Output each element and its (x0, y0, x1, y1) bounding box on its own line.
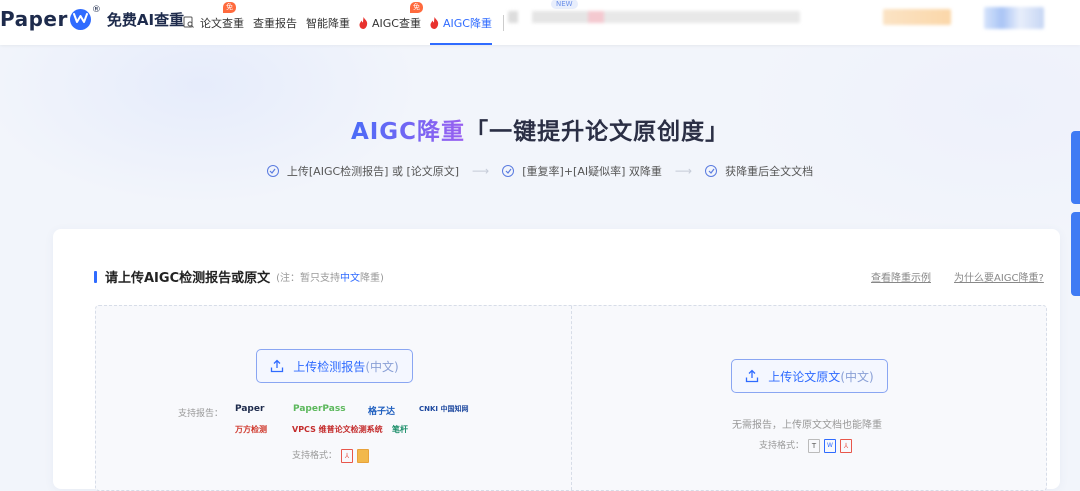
nav-item-smart-rewrite[interactable]: 智能降重 (306, 0, 350, 45)
brand-cnki: CNKI 中国知网 (419, 405, 469, 413)
new-badge: NEW (551, 0, 578, 9)
check-circle-icon (705, 165, 718, 177)
nav-label: AIGC查重 (372, 16, 421, 30)
support-format-label: 支持格式： ⅄ (292, 448, 370, 463)
upload-original-button[interactable]: 上传论文原文 (中文) (731, 359, 888, 393)
upload-icon (746, 369, 759, 383)
upload-report-panel: 上传检测报告 (中文) 支持报告： Paper PaperPass 格子达 CNK… (96, 306, 572, 490)
free-badge: 免 (409, 2, 423, 13)
step-3: 获降重后全文文档 (705, 163, 813, 179)
brand-wanfang: 万方检测 (235, 425, 267, 434)
no-report-hint: 无需报告，上传原文文档也能降重 (732, 420, 882, 431)
blurred-user-area (883, 9, 951, 25)
upload-card: 请上传AIGC检测报告或原文 (注：暂只支持中文降重) 查看降重示例 为什么要A… (53, 229, 1060, 491)
upload-report-label: 上传检测报告 (293, 359, 366, 374)
free-badge: 免 (223, 2, 236, 13)
nav-label: 论文查重 (200, 16, 244, 30)
view-example-link[interactable]: 查看降重示例 (871, 269, 931, 284)
nav-divider (502, 14, 504, 31)
image-format-icon (357, 448, 370, 463)
logo-registered-mark: ® (91, 5, 101, 15)
upload-note: (注：暂只支持中文降重) (276, 273, 384, 284)
pdf-format-icon: ⅄ (341, 448, 354, 463)
original-format-label: 支持格式： T W ⅄ (759, 438, 853, 453)
upload-dropzone: 上传检测报告 (中文) 支持报告： Paper PaperPass 格子达 CNK… (95, 305, 1047, 491)
step-label: 上传[AIGC检测报告] 或 [论文原文] (286, 165, 460, 178)
title-accent: AIGC降重 (350, 119, 466, 145)
side-feedback-tab[interactable] (1071, 212, 1080, 296)
upload-icon (271, 359, 284, 373)
check-circle-icon (266, 165, 279, 177)
step-label: 获降重后全文文档 (725, 165, 814, 178)
upload-original-label: 上传论文原文 (768, 369, 841, 384)
brand-bigan: 笔杆 (392, 425, 408, 434)
txt-format-icon: T (808, 438, 821, 453)
nav-label: 查重报告 (253, 16, 297, 30)
site-logo[interactable]: Paper ® 免费AI查重 (0, 5, 185, 31)
brand-paperpass: PaperPass (293, 404, 346, 414)
upload-section-title: 请上传AIGC检测报告或原文 (注：暂只支持中文降重) (94, 267, 384, 286)
step-2: [重复率]+[AI疑似率] 双降重 (502, 163, 662, 179)
nav-item-report[interactable]: 查重报告 (253, 0, 297, 45)
top-header: Paper ® 免费AI查重 论文查重 免 查重报告 智能降重 AIGC查重 免… (0, 0, 1080, 45)
process-steps: 上传[AIGC检测报告] 或 [论文原文] ⟶ [重复率]+[AI疑似率] 双降… (0, 162, 1080, 180)
page-title: AIGC降重「一键提升论文原创度」 (0, 112, 1080, 146)
upload-report-button[interactable]: 上传检测报告 (中文) (256, 349, 413, 383)
logo-mark-icon (69, 8, 91, 30)
arrow-right-icon: ⟶ (472, 164, 490, 178)
nav-label: 智能降重 (306, 16, 350, 30)
doc-search-icon (183, 16, 194, 28)
title-rest: 「一键提升论文原创度」 (465, 119, 730, 145)
blurred-nav-items (508, 11, 800, 23)
nav-item-aigc-check[interactable]: AIGC查重 免 (359, 0, 423, 45)
word-format-icon: W (824, 438, 837, 453)
upload-title-text: 请上传AIGC检测报告或原文 (105, 271, 271, 286)
flame-icon (359, 16, 368, 29)
pdf-format-icon: ⅄ (840, 438, 853, 453)
main-nav: 论文查重 免 查重报告 智能降重 AIGC查重 免 AIGC降重 (183, 0, 514, 45)
upload-original-suffix: (中文) (840, 369, 874, 384)
nav-item-paper-check[interactable]: 论文查重 免 (183, 0, 244, 45)
upload-report-suffix: (中文) (365, 359, 399, 374)
support-report-label: 支持报告： (178, 409, 224, 419)
title-accent-bar (94, 270, 97, 283)
step-1: 上传[AIGC检测报告] 或 [论文原文] (266, 163, 460, 179)
step-label: [重复率]+[AI疑似率] 双降重 (522, 165, 662, 178)
side-service-tab[interactable] (1071, 131, 1080, 204)
arrow-right-icon: ⟶ (674, 164, 693, 178)
nav-item-aigc-rewrite[interactable]: AIGC降重 (429, 0, 492, 45)
blurred-avatar (984, 7, 1044, 29)
brand-vpcs: VPCS 维普论文检测系统 (292, 425, 383, 434)
brand-gezida: 格子达 (368, 407, 396, 417)
logo-text: Paper (0, 7, 68, 31)
brand-paper: Paper (235, 404, 265, 414)
check-circle-icon (502, 165, 515, 177)
logo-free-label: 免费AI查重 (106, 10, 185, 29)
why-aigc-link[interactable]: 为什么要AIGC降重? (954, 269, 1044, 284)
flame-icon (430, 16, 439, 29)
nav-label: AIGC降重 (442, 16, 492, 30)
